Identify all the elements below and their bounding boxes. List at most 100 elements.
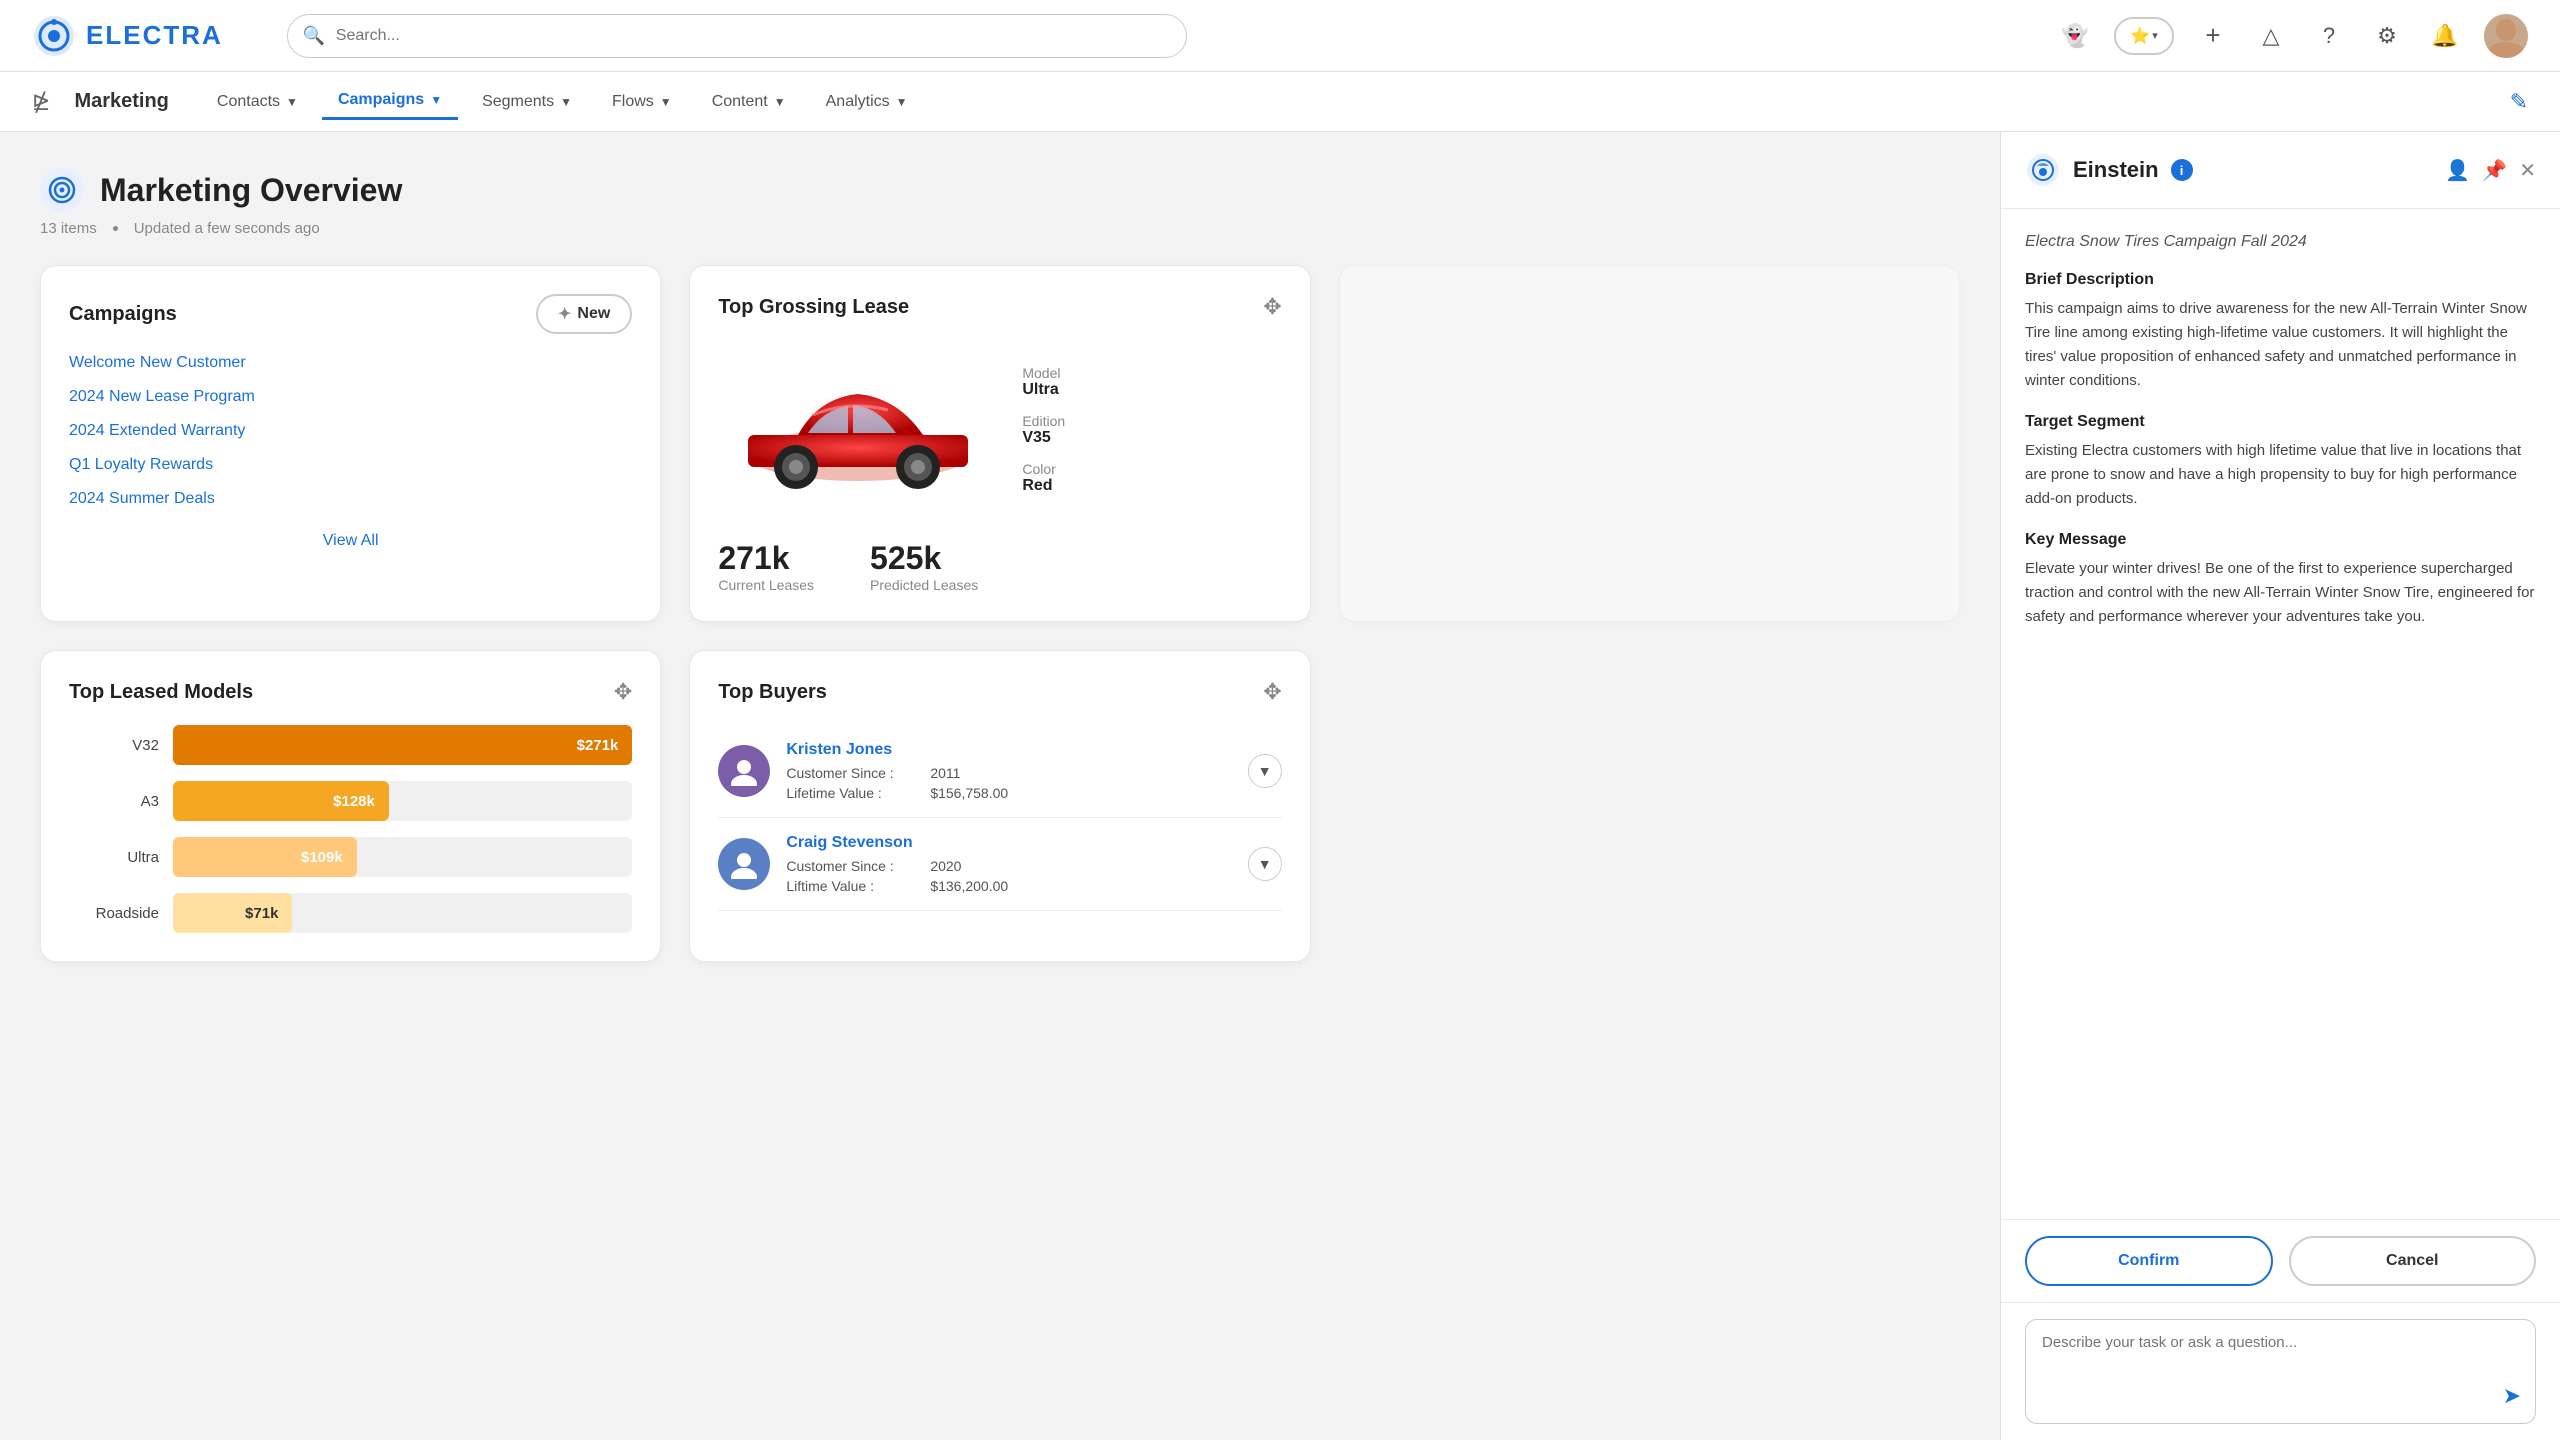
campaign-link[interactable]: Q1 Loyalty Rewards bbox=[69, 456, 213, 473]
current-leases-label: Current Leases bbox=[718, 577, 814, 593]
campaign-list: Welcome New Customer 2024 New Lease Prog… bbox=[69, 354, 632, 508]
top-leased-header: Top Leased Models ✥ bbox=[69, 679, 632, 705]
edition-value: V35 bbox=[1022, 429, 1065, 447]
bar-inner: $71k bbox=[173, 893, 292, 933]
buyer-info: Kristen Jones Customer Since : 2011 Life… bbox=[786, 741, 1231, 801]
einstein-info-button[interactable]: i bbox=[2171, 159, 2193, 181]
bar-outer: $71k bbox=[173, 893, 632, 933]
buyer-info: Craig Stevenson Customer Since : 2020 Li… bbox=[786, 834, 1231, 894]
triangle-icon[interactable]: △ bbox=[2252, 17, 2290, 55]
cards-grid: Campaigns ✦ New Welcome New Customer 202… bbox=[40, 265, 1960, 962]
nav-icons: 👻 ⭐▾ + △ ? ⚙ 🔔 bbox=[2056, 14, 2528, 58]
brief-description-section: Brief Description This campaign aims to … bbox=[2025, 271, 2536, 393]
chevron-down-icon: ▼ bbox=[560, 95, 572, 109]
buyer-expand-button[interactable]: ▼ bbox=[1248, 754, 1282, 788]
edit-icon[interactable]: ✎ bbox=[2510, 89, 2528, 115]
star-badge[interactable]: ⭐▾ bbox=[2114, 17, 2174, 55]
settings-icon[interactable]: ⚙ bbox=[2368, 17, 2406, 55]
list-item: Q1 Loyalty Rewards bbox=[69, 456, 632, 474]
new-campaign-button[interactable]: ✦ New bbox=[536, 294, 632, 334]
einstein-body: Electra Snow Tires Campaign Fall 2024 Br… bbox=[2001, 209, 2560, 1219]
top-leased-title: Top Leased Models bbox=[69, 681, 253, 704]
view-all-link[interactable]: View All bbox=[69, 532, 632, 550]
ghost-icon[interactable]: 👻 bbox=[2056, 17, 2094, 55]
grid-icon[interactable]: ⋭ bbox=[32, 89, 50, 115]
einstein-campaign-title: Electra Snow Tires Campaign Fall 2024 bbox=[2025, 233, 2536, 251]
buyer-detail: Customer Since : 2011 Lifetime Value : $… bbox=[786, 765, 1231, 801]
model-value: Ultra bbox=[1022, 381, 1065, 399]
page-subtitle: 13 items Updated a few seconds ago bbox=[40, 220, 1960, 237]
campaigns-card-title: Campaigns bbox=[69, 303, 177, 326]
content-area: Marketing Overview 13 items Updated a fe… bbox=[0, 132, 2000, 1440]
bar-label: A3 bbox=[69, 793, 159, 810]
current-leases-num: 271k bbox=[718, 540, 814, 577]
einstein-input-area: ➤ bbox=[2001, 1302, 2560, 1440]
nav-item-contacts[interactable]: Contacts ▼ bbox=[201, 85, 314, 119]
help-icon[interactable]: ? bbox=[2310, 17, 2348, 55]
einstein-input[interactable] bbox=[2042, 1334, 2519, 1406]
key-message-section: Key Message Elevate your winter drives! … bbox=[2025, 531, 2536, 629]
cancel-button[interactable]: Cancel bbox=[2289, 1236, 2537, 1286]
avatar[interactable] bbox=[2484, 14, 2528, 58]
expand-icon[interactable]: ✥ bbox=[1263, 294, 1281, 320]
top-grossing-header: Top Grossing Lease ✥ bbox=[718, 294, 1281, 320]
bell-icon[interactable]: 🔔 bbox=[2426, 17, 2464, 55]
nav-item-analytics[interactable]: Analytics ▼ bbox=[810, 85, 924, 119]
campaign-link[interactable]: 2024 Summer Deals bbox=[69, 490, 215, 507]
list-item: Welcome New Customer bbox=[69, 354, 632, 372]
list-item: 2024 Extended Warranty bbox=[69, 422, 632, 440]
campaign-link[interactable]: 2024 New Lease Program bbox=[69, 388, 255, 405]
bar-inner: $128k bbox=[173, 781, 389, 821]
nav-item-campaigns[interactable]: Campaigns ▼ bbox=[322, 83, 458, 120]
send-icon[interactable]: ➤ bbox=[2503, 1383, 2521, 1409]
search-bar[interactable]: 🔍 bbox=[287, 14, 1187, 58]
campaign-link[interactable]: Welcome New Customer bbox=[69, 354, 246, 371]
persona-icon[interactable]: 👤 bbox=[2445, 158, 2470, 183]
list-item: 2024 New Lease Program bbox=[69, 388, 632, 406]
pin-icon[interactable]: 📌 bbox=[2482, 158, 2507, 183]
key-message-title: Key Message bbox=[2025, 531, 2536, 549]
top-buyers-card: Top Buyers ✥ Kristen Jones Customer Sinc… bbox=[689, 650, 1310, 962]
bar-row: A3 $128k bbox=[69, 781, 632, 821]
page-header: Marketing Overview bbox=[40, 168, 1960, 212]
bar-outer: $128k bbox=[173, 781, 632, 821]
list-item: 2024 Summer Deals bbox=[69, 490, 632, 508]
logo: ELECTRA bbox=[32, 14, 223, 58]
nav-item-content[interactable]: Content ▼ bbox=[696, 85, 802, 119]
top-leased-card: Top Leased Models ✥ V32 $271k A3 $128k U… bbox=[40, 650, 661, 962]
bar-label: Roadside bbox=[69, 905, 159, 922]
bar-outer: $271k bbox=[173, 725, 632, 765]
car-details: Model Ultra Edition V35 Color Red bbox=[1022, 365, 1065, 495]
buyer-name[interactable]: Kristen Jones bbox=[786, 741, 892, 758]
einstein-panel: Einstein i 👤 📌 ✕ Electra Snow Tires Camp… bbox=[2000, 132, 2560, 1440]
close-icon[interactable]: ✕ bbox=[2519, 158, 2536, 183]
top-buyers-header: Top Buyers ✥ bbox=[718, 679, 1281, 705]
buyer-expand-button[interactable]: ▼ bbox=[1248, 847, 1282, 881]
predicted-leases-label: Predicted Leases bbox=[870, 577, 978, 593]
target-segment-section: Target Segment Existing Electra customer… bbox=[2025, 413, 2536, 511]
brand-name: ELECTRA bbox=[86, 20, 223, 51]
einstein-header-icons: 👤 📌 ✕ bbox=[2445, 158, 2536, 183]
brief-desc-text: This campaign aims to drive awareness fo… bbox=[2025, 297, 2536, 393]
search-input[interactable] bbox=[287, 14, 1187, 58]
campaigns-card-header: Campaigns ✦ New bbox=[69, 294, 632, 334]
bar-chart: V32 $271k A3 $128k Ultra $109k Roadside … bbox=[69, 725, 632, 933]
buyer-name[interactable]: Craig Stevenson bbox=[786, 834, 912, 851]
key-message-text: Elevate your winter drives! Be one of th… bbox=[2025, 557, 2536, 629]
chevron-down-icon: ▼ bbox=[286, 95, 298, 109]
einstein-logo-icon bbox=[2025, 152, 2061, 188]
buyer-row: Craig Stevenson Customer Since : 2020 Li… bbox=[718, 818, 1281, 911]
page-header-icon bbox=[40, 168, 84, 212]
einstein-header: Einstein i 👤 📌 ✕ bbox=[2001, 132, 2560, 209]
campaign-link[interactable]: 2024 Extended Warranty bbox=[69, 422, 245, 439]
expand-icon[interactable]: ✥ bbox=[614, 679, 632, 705]
plus-icon[interactable]: + bbox=[2194, 17, 2232, 55]
nav-item-flows[interactable]: Flows ▼ bbox=[596, 85, 688, 119]
confirm-button[interactable]: Confirm bbox=[2025, 1236, 2273, 1286]
nav-section-title: Marketing bbox=[74, 90, 168, 113]
nav-item-segments[interactable]: Segments ▼ bbox=[466, 85, 588, 119]
plus-icon: ✦ bbox=[558, 304, 571, 324]
buyer-detail: Customer Since : 2020 Liftime Value : $1… bbox=[786, 858, 1231, 894]
expand-icon[interactable]: ✥ bbox=[1263, 679, 1281, 705]
bar-outer: $109k bbox=[173, 837, 632, 877]
